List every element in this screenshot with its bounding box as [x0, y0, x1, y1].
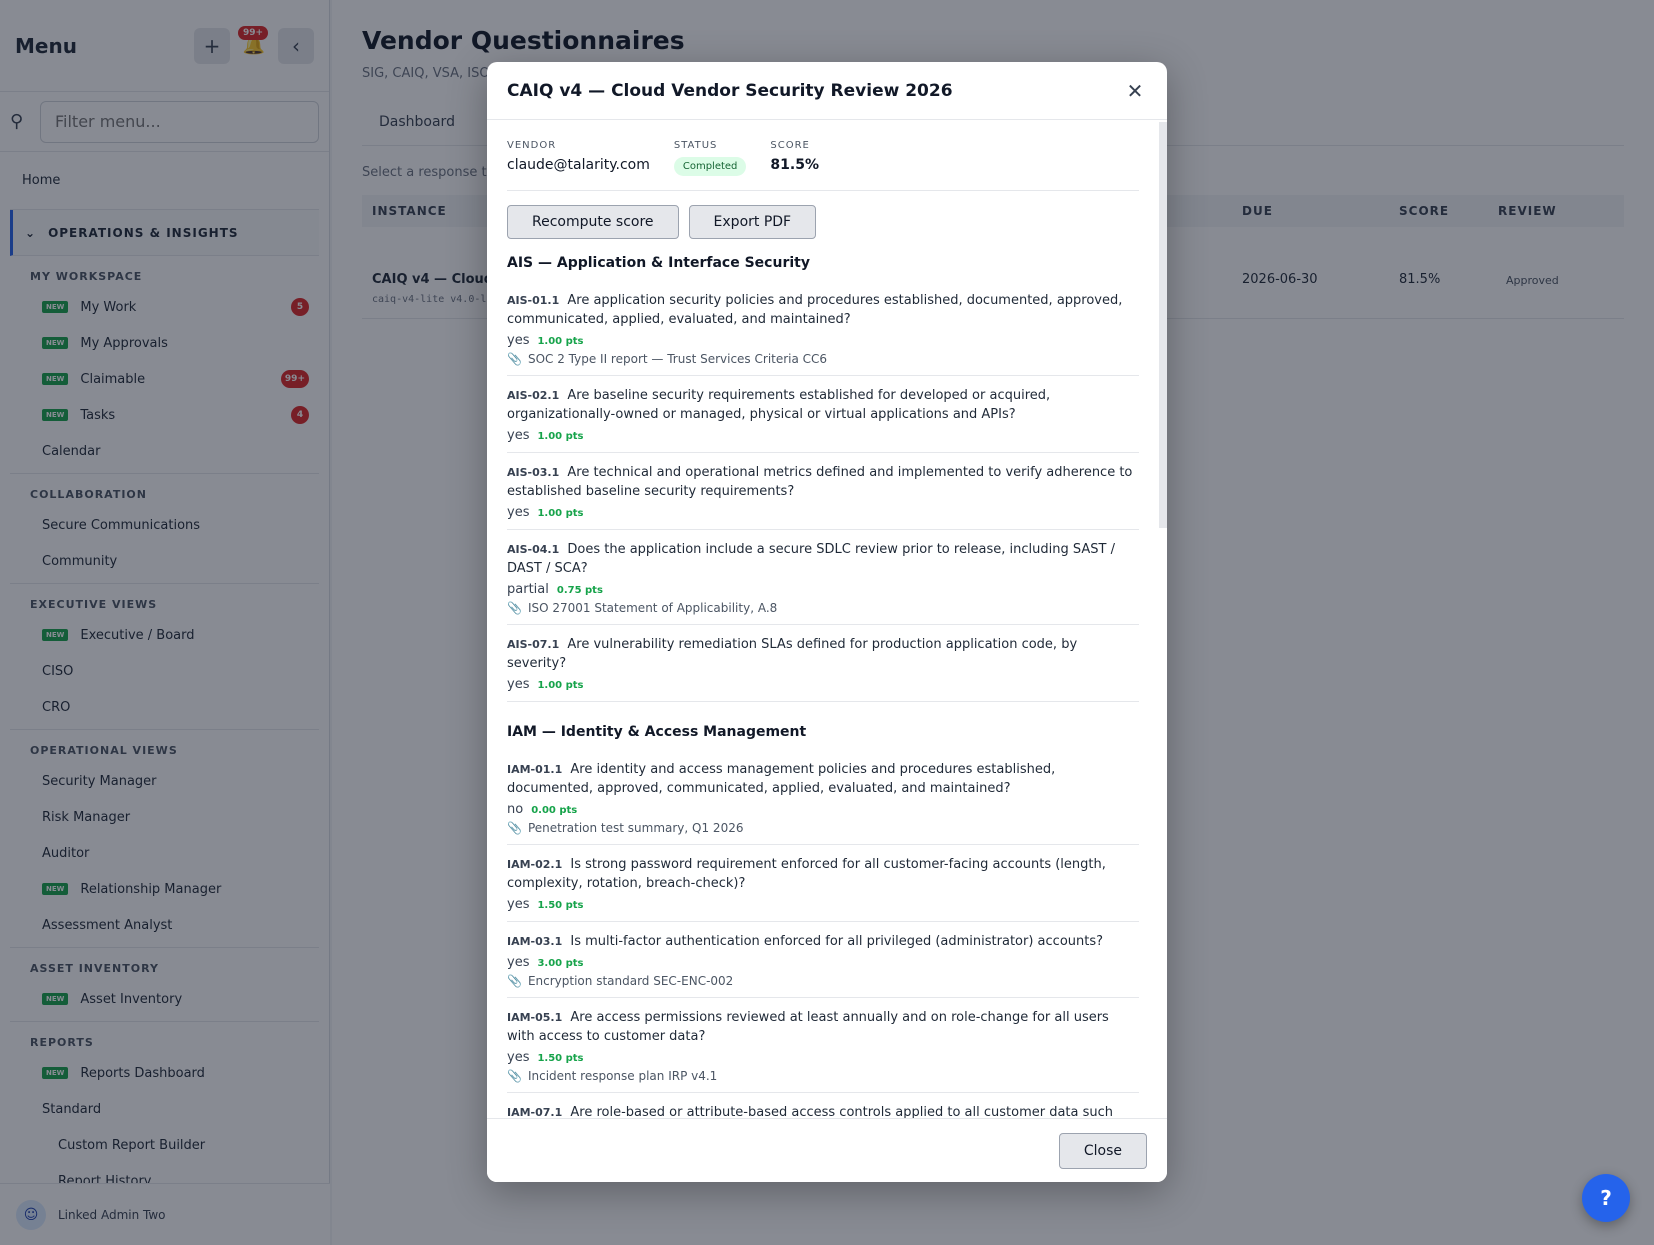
modal-actions: Recompute score Export PDF	[507, 191, 1139, 247]
question-mark-icon: ?	[1600, 1186, 1612, 1210]
question-item: IAM-05.1 Are access permissions reviewed…	[507, 998, 1139, 1093]
vendor-value: claude@talarity.com	[507, 157, 650, 173]
evidence-attachment[interactable]: 📎 Penetration test summary, Q1 2026	[507, 821, 1139, 835]
question-item: IAM-07.1 Are role-based or attribute-bas…	[507, 1093, 1139, 1118]
modal-footer: Close	[487, 1118, 1167, 1182]
question-item: AIS-07.1 Are vulnerability remediation S…	[507, 625, 1139, 702]
question-item: IAM-02.1 Is strong password requirement …	[507, 845, 1139, 922]
vendor-label: VENDOR	[507, 140, 557, 151]
paperclip-icon: 📎	[507, 352, 522, 366]
section-title: IAM — Identity & Access Management	[507, 724, 807, 740]
question-answer: yes	[507, 1050, 530, 1065]
question-id: AIS-04.1	[507, 543, 560, 556]
question-points: 1.00 pts	[537, 336, 584, 347]
vendor-field: VENDOR claude@talarity.com	[507, 140, 650, 176]
paperclip-icon: 📎	[507, 821, 522, 835]
response-meta: VENDOR claude@talarity.com STATUS Comple…	[507, 120, 1139, 191]
question-points: 1.00 pts	[537, 508, 584, 519]
question-answer: yes	[507, 677, 530, 692]
close-button[interactable]: Close	[1058, 1132, 1147, 1169]
question-answer: yes	[507, 428, 530, 443]
evidence-label: Encryption standard SEC-ENC-002	[527, 974, 734, 988]
evidence-attachment[interactable]: 📎 Encryption standard SEC-ENC-002	[507, 974, 1139, 988]
modal-header: CAIQ v4 — Cloud Vendor Security Review 2…	[487, 62, 1167, 120]
close-icon[interactable]: ✕	[1123, 79, 1147, 103]
evidence-attachment[interactable]: 📎 ISO 27001 Statement of Applicability, A…	[507, 601, 1139, 615]
question-points: 1.00 pts	[537, 431, 584, 442]
paperclip-icon: 📎	[507, 601, 522, 615]
paperclip-icon: 📎	[507, 974, 522, 988]
evidence-attachment[interactable]: 📎 SOC 2 Type II report — Trust Services C…	[507, 352, 1139, 366]
evidence-attachment[interactable]: 📎 Incident response plan IRP v4.1	[507, 1069, 1139, 1083]
paperclip-icon: 📎	[507, 1069, 522, 1083]
question-points: 1.50 pts	[537, 1053, 584, 1064]
question-text: Are vulnerability remediation SLAs defin…	[507, 637, 1078, 671]
recompute-score-button[interactable]: Recompute score	[507, 205, 679, 239]
question-id: AIS-02.1	[507, 389, 560, 402]
response-modal: CAIQ v4 — Cloud Vendor Security Review 2…	[487, 62, 1167, 1182]
question-answer: yes	[507, 333, 530, 348]
question-answer: no	[507, 802, 524, 817]
evidence-label: SOC 2 Type II report — Trust Services Cr…	[527, 352, 828, 366]
question-id: AIS-01.1	[507, 294, 560, 307]
question-points: 3.00 pts	[537, 958, 584, 969]
question-answer: partial	[507, 582, 549, 597]
status-field: STATUS Completed	[673, 140, 747, 176]
question-text: Are identity and access management polic…	[507, 762, 1056, 796]
evidence-label: Penetration test summary, Q1 2026	[527, 821, 744, 835]
question-id: IAM-01.1	[507, 763, 563, 776]
question-text: Are baseline security requirements estab…	[507, 388, 1051, 422]
status-badge: Completed	[673, 157, 747, 176]
question-points: 1.50 pts	[537, 900, 584, 911]
question-points: 0.75 pts	[556, 585, 603, 596]
question-item: IAM-01.1 Are identity and access managem…	[507, 750, 1139, 845]
question-id: AIS-07.1	[507, 638, 560, 651]
evidence-label: Incident response plan IRP v4.1	[527, 1069, 718, 1083]
question-text: Are technical and operational metrics de…	[507, 465, 1133, 499]
question-item: AIS-02.1 Are baseline security requireme…	[507, 376, 1139, 453]
section-title: AIS — Application & Interface Security	[507, 255, 810, 271]
question-text: Are access permissions reviewed at least…	[507, 1010, 1109, 1044]
score-label: SCORE	[770, 140, 810, 151]
question-item: AIS-03.1 Are technical and operational m…	[507, 453, 1139, 530]
score-value: 81.5%	[770, 157, 819, 173]
question-item: IAM-03.1 Is multi-factor authentication …	[507, 922, 1139, 998]
question-text: Are application security policies and pr…	[507, 293, 1123, 327]
question-id: IAM-03.1	[507, 935, 563, 948]
question-points: 0.00 pts	[531, 805, 578, 816]
question-answer: yes	[507, 897, 530, 912]
status-label: STATUS	[673, 140, 718, 151]
score-field: SCORE 81.5%	[770, 140, 819, 176]
question-text: Is multi-factor authentication enforced …	[570, 934, 1104, 949]
modal-body: VENDOR claude@talarity.com STATUS Comple…	[487, 120, 1167, 1118]
question-id: AIS-03.1	[507, 466, 560, 479]
evidence-label: ISO 27001 Statement of Applicability, A.…	[527, 601, 778, 615]
question-id: IAM-05.1	[507, 1011, 563, 1024]
export-pdf-button[interactable]: Export PDF	[688, 205, 817, 239]
question-id: IAM-07.1	[507, 1106, 563, 1118]
help-button[interactable]: ?	[1582, 1174, 1630, 1222]
modal-title: CAIQ v4 — Cloud Vendor Security Review 2…	[507, 80, 953, 101]
question-item: AIS-01.1 Are application security polici…	[507, 281, 1139, 376]
question-text: Is strong password requirement enforced …	[507, 857, 1106, 891]
question-answer: yes	[507, 505, 530, 520]
question-points: 1.00 pts	[537, 680, 584, 691]
question-answer: yes	[507, 955, 530, 970]
question-id: IAM-02.1	[507, 858, 563, 871]
question-item: AIS-04.1 Does the application include a …	[507, 530, 1139, 625]
question-text: Are role-based or attribute-based access…	[570, 1105, 1114, 1118]
question-text: Does the application include a secure SD…	[507, 542, 1115, 576]
